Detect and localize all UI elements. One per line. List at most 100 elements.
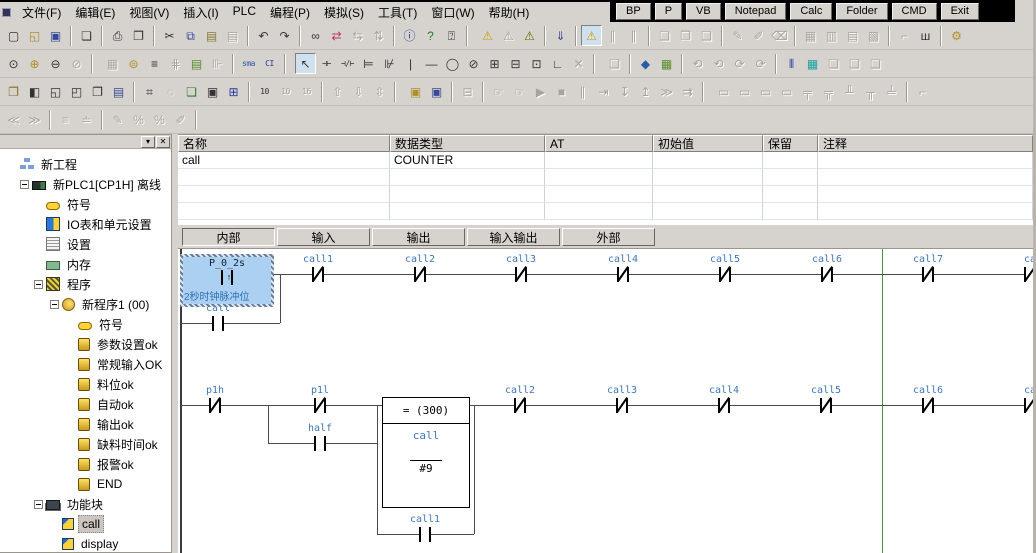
launcher-button-bp[interactable]: BP bbox=[616, 3, 651, 20]
contact-call4[interactable]: call4 bbox=[694, 385, 754, 413]
print-preview-icon[interactable]: ❐ bbox=[128, 25, 149, 46]
launcher-button-folder[interactable]: Folder bbox=[836, 3, 887, 20]
symbol-cell-comment[interactable] bbox=[818, 152, 1033, 169]
contact-call6[interactable]: call6 bbox=[898, 385, 958, 413]
symbol-cell-empty[interactable] bbox=[545, 169, 653, 186]
show-output-icon[interactable]: ◱ bbox=[45, 81, 66, 102]
tree-item-新工程[interactable]: 新工程 bbox=[0, 154, 171, 174]
watch-monitor-icon[interactable]: ▦ bbox=[802, 53, 823, 74]
contact-call5[interactable]: call5 bbox=[796, 385, 856, 413]
symbol-cell-at[interactable] bbox=[545, 152, 653, 169]
contact-ca[interactable]: ca bbox=[1000, 385, 1033, 413]
launcher-button-cmd[interactable]: CMD bbox=[892, 3, 937, 20]
symbol-cell-initial_value[interactable] bbox=[653, 152, 763, 169]
menu-插入(I)[interactable]: 插入(I) bbox=[176, 4, 225, 21]
zoom-tool-icon[interactable]: ⊙ bbox=[3, 53, 24, 74]
tree-item-常规输入OK[interactable]: 常规输入OK bbox=[0, 354, 171, 374]
symbol-cell-empty[interactable] bbox=[390, 203, 545, 220]
context-help-icon[interactable]: ⍰ bbox=[441, 25, 462, 46]
tree-item-缺料时间ok[interactable]: 缺料时间ok bbox=[0, 434, 171, 454]
find-in-files-icon[interactable]: ❏ bbox=[76, 25, 97, 46]
collapse-icon[interactable] bbox=[20, 180, 29, 189]
cross-reference-icon[interactable]: ⌗ bbox=[139, 81, 160, 102]
contact-call2[interactable]: call2 bbox=[490, 385, 550, 413]
symbol-cell-empty[interactable] bbox=[178, 169, 390, 186]
symbol-cell-retain[interactable] bbox=[763, 152, 818, 169]
symbol-insert-icon[interactable]: ◆ bbox=[635, 53, 656, 74]
tab-外部[interactable]: 外部 bbox=[562, 228, 655, 246]
contact-call1[interactable]: call1 bbox=[395, 514, 455, 542]
chevron-down-icon[interactable]: ▾ bbox=[141, 136, 155, 148]
menu-窗口(W)[interactable]: 窗口(W) bbox=[424, 4, 481, 21]
comment-view-icon[interactable]: ❏ bbox=[181, 81, 202, 102]
new-coil-icon[interactable]: ◯ bbox=[442, 53, 463, 74]
menu-工具(T)[interactable]: 工具(T) bbox=[371, 4, 424, 21]
new-fb-call-icon[interactable]: ⊡ bbox=[526, 53, 547, 74]
launcher-button-vb[interactable]: VB bbox=[686, 3, 721, 20]
rung-comment-icon[interactable]: ⊜ bbox=[123, 53, 144, 74]
symbol-cell-empty[interactable] bbox=[818, 186, 1033, 203]
launcher-button-calc[interactable]: Calc bbox=[790, 3, 832, 20]
new-project-icon[interactable]: ▢ bbox=[3, 25, 24, 46]
tab-内部[interactable]: 内部 bbox=[182, 228, 275, 246]
contact-call3[interactable]: call3 bbox=[491, 254, 551, 282]
tree-item-参数设置ok[interactable]: 参数设置ok bbox=[0, 334, 171, 354]
symbol-cell-name[interactable]: call bbox=[178, 152, 390, 169]
show-overview-icon[interactable]: ❐ bbox=[87, 81, 108, 102]
compile-all-icon[interactable]: ⚠ bbox=[519, 25, 540, 46]
contact-call6[interactable]: call6 bbox=[797, 254, 857, 282]
symbol-cell-empty[interactable] bbox=[763, 169, 818, 186]
online-edit-icon[interactable]: ⚙ bbox=[946, 25, 967, 46]
contact-call7[interactable]: call7 bbox=[898, 254, 958, 282]
contact-half[interactable]: half bbox=[290, 423, 350, 451]
new-horizontal-icon[interactable]: — bbox=[421, 53, 442, 74]
symbol-cell-data_type[interactable]: COUNTER bbox=[390, 152, 545, 169]
io-comment-icon[interactable]: ▦ bbox=[656, 53, 677, 74]
collapse-icon[interactable] bbox=[34, 280, 43, 289]
new-or-closed-contact-icon[interactable]: ⊮ bbox=[379, 53, 400, 74]
tree-item-内存[interactable]: 内存 bbox=[0, 254, 171, 274]
memory-view-icon[interactable]: ⊞ bbox=[223, 81, 244, 102]
new-instruction-icon[interactable]: ⊞ bbox=[484, 53, 505, 74]
collapse-icon[interactable] bbox=[34, 500, 43, 509]
symbol-cell-empty[interactable] bbox=[545, 186, 653, 203]
symbol-cell-empty[interactable] bbox=[390, 169, 545, 186]
tree-item-符号[interactable]: 符号 bbox=[0, 194, 171, 214]
menu-编辑(E)[interactable]: 编辑(E) bbox=[68, 4, 122, 21]
line-connect-icon[interactable]: ∟ bbox=[547, 53, 568, 74]
tab-输入[interactable]: 输入 bbox=[277, 228, 370, 246]
symbol-cell-empty[interactable] bbox=[763, 203, 818, 220]
launcher-button-notepad[interactable]: Notepad bbox=[725, 3, 787, 20]
symbol-cell-empty[interactable] bbox=[653, 203, 763, 220]
watch-window-icon[interactable]: ш bbox=[915, 25, 936, 46]
contact-call5[interactable]: call5 bbox=[695, 254, 755, 282]
replace-icon[interactable]: ⇄ bbox=[326, 25, 347, 46]
close-icon[interactable]: ✕ bbox=[156, 136, 170, 148]
tree-item-新程序1 (00)[interactable]: 新程序1 (00) bbox=[0, 294, 171, 314]
contact-call2[interactable]: call2 bbox=[390, 254, 450, 282]
menu-文件(F)[interactable]: 文件(F) bbox=[15, 4, 68, 21]
show-watch-icon[interactable]: ◰ bbox=[66, 81, 87, 102]
symbol-cell-empty[interactable] bbox=[653, 186, 763, 203]
ladder-diagram[interactable]: P_0_2s ↑ 2秒时钟脉冲位 = (300) call #9 bbox=[178, 249, 1033, 553]
show-workspace-icon[interactable]: ◧ bbox=[24, 81, 45, 102]
contact-call4[interactable]: call4 bbox=[593, 254, 653, 282]
print-icon[interactable]: ⎙ bbox=[107, 25, 128, 46]
ladder-style-icon[interactable]: ▤ bbox=[186, 53, 207, 74]
menu-视图(V)[interactable]: 视图(V) bbox=[122, 4, 176, 21]
tree-item-call[interactable]: call bbox=[0, 514, 171, 534]
transfer-settings-icon[interactable]: ▣ bbox=[405, 81, 426, 102]
symbol-cell-empty[interactable] bbox=[390, 186, 545, 203]
contact-call1[interactable]: call1 bbox=[288, 254, 348, 282]
open-project-icon[interactable]: ◱ bbox=[24, 25, 45, 46]
menu-模拟(S)[interactable]: 模拟(S) bbox=[317, 4, 371, 21]
zoom-out-icon[interactable]: ⊖ bbox=[45, 53, 66, 74]
tree-item-设置[interactable]: 设置 bbox=[0, 234, 171, 254]
tree-item-程序[interactable]: 程序 bbox=[0, 274, 171, 294]
transfer-to-plc-icon[interactable]: ⇓ bbox=[550, 25, 571, 46]
paste-icon[interactable]: ▤ bbox=[201, 25, 222, 46]
zoom-in-icon[interactable]: ⊕ bbox=[24, 53, 45, 74]
find-icon[interactable]: ∞ bbox=[305, 25, 326, 46]
list-view-icon[interactable]: ≡ bbox=[144, 53, 165, 74]
compile-program-icon[interactable]: ⚠ bbox=[477, 25, 498, 46]
